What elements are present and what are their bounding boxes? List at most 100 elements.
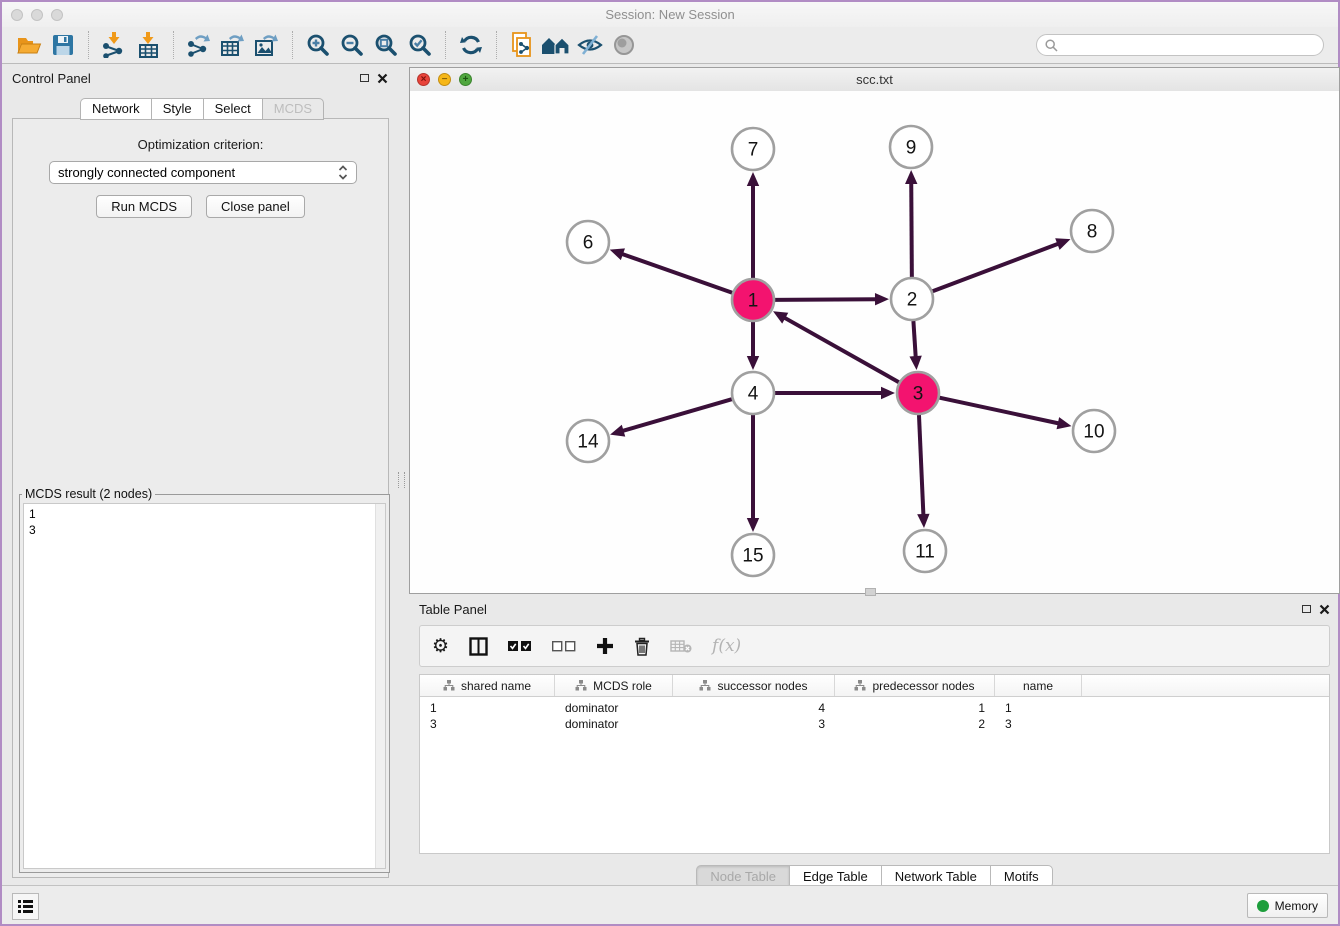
graph-edge-arrowhead bbox=[747, 356, 759, 370]
column-header-name[interactable]: name bbox=[995, 675, 1082, 696]
graph-node-14[interactable]: 14 bbox=[567, 420, 609, 462]
home-button[interactable] bbox=[539, 30, 573, 60]
refresh-button[interactable] bbox=[454, 30, 488, 60]
svg-text:7: 7 bbox=[748, 140, 759, 161]
tab-style[interactable]: Style bbox=[151, 98, 203, 120]
graph-node-11[interactable]: 11 bbox=[904, 530, 946, 572]
export-image-button[interactable] bbox=[250, 30, 284, 60]
graph-node-8[interactable]: 8 bbox=[1071, 210, 1113, 252]
deselect-all-checkboxes-icon[interactable] bbox=[552, 641, 576, 652]
network-canvas[interactable]: 1 2 3 4 6 7 8 9 10 11 14 15 bbox=[410, 91, 1339, 593]
table-cell[interactable]: 1 bbox=[835, 701, 995, 715]
import-network-button[interactable] bbox=[97, 30, 131, 60]
column-header-MCDS-role[interactable]: MCDS role bbox=[555, 675, 673, 696]
zoom-in-button[interactable] bbox=[301, 30, 335, 60]
graph-edge-3-10[interactable] bbox=[940, 398, 1060, 424]
column-header-successor-nodes[interactable]: successor nodes bbox=[673, 675, 835, 696]
panel-splitter[interactable] bbox=[398, 472, 405, 488]
tab-mcds[interactable]: MCDS bbox=[262, 98, 324, 120]
import-table-button[interactable] bbox=[131, 30, 165, 60]
table-cell[interactable]: 4 bbox=[673, 701, 835, 715]
table-cell[interactable]: dominator bbox=[555, 701, 673, 715]
network-maximize-button[interactable]: + bbox=[459, 73, 472, 86]
graph-edge-1-6[interactable] bbox=[621, 254, 732, 293]
search-box[interactable] bbox=[1036, 34, 1324, 56]
graph-node-15[interactable]: 15 bbox=[732, 534, 774, 576]
control-panel-tabs: NetworkStyleSelectMCDS bbox=[80, 98, 324, 120]
add-column-icon[interactable] bbox=[596, 637, 614, 655]
toolbar-separator bbox=[88, 31, 89, 59]
graph-node-2[interactable]: 2 bbox=[891, 278, 933, 320]
graph-edge-arrowhead bbox=[747, 518, 759, 532]
table-cell[interactable]: 3 bbox=[995, 717, 1082, 731]
table-row[interactable]: 1dominator411 bbox=[420, 700, 1329, 716]
task-history-button[interactable] bbox=[12, 893, 39, 920]
float-table-panel-icon[interactable] bbox=[1302, 605, 1311, 613]
graph-edge-2-9[interactable] bbox=[911, 182, 912, 277]
graph-node-1[interactable]: 1 bbox=[732, 279, 774, 321]
export-table-button[interactable] bbox=[216, 30, 250, 60]
table-cell[interactable]: dominator bbox=[555, 717, 673, 731]
table-panel-title: Table Panel bbox=[419, 602, 487, 617]
function-builder-icon[interactable]: f(x) bbox=[712, 636, 741, 656]
delete-table-icon[interactable] bbox=[670, 639, 692, 653]
tab-network[interactable]: Network bbox=[80, 98, 151, 120]
memory-button[interactable]: Memory bbox=[1247, 893, 1328, 918]
graph-edge-2-8[interactable] bbox=[933, 243, 1060, 291]
zoom-out-button[interactable] bbox=[335, 30, 369, 60]
graph-edge-3-1[interactable] bbox=[783, 317, 898, 382]
search-input[interactable] bbox=[1063, 37, 1315, 53]
criterion-select[interactable]: strongly connected component bbox=[49, 161, 357, 184]
graph-edge-3-11[interactable] bbox=[919, 415, 923, 516]
toggle-panel-icon[interactable] bbox=[469, 637, 488, 656]
graph-edge-arrowhead bbox=[917, 514, 929, 528]
graph-edge-1-2[interactable] bbox=[775, 299, 877, 300]
table-cell[interactable]: 1 bbox=[420, 701, 555, 715]
hide-selected-button[interactable] bbox=[573, 30, 607, 60]
criterion-value: strongly connected component bbox=[58, 165, 235, 180]
network-minimize-button[interactable]: − bbox=[438, 73, 451, 86]
graph-node-7[interactable]: 7 bbox=[732, 128, 774, 170]
network-close-button[interactable]: × bbox=[417, 73, 430, 86]
close-table-panel-icon[interactable] bbox=[1319, 604, 1330, 615]
window-title: Session: New Session bbox=[2, 7, 1338, 22]
graph-node-6[interactable]: 6 bbox=[567, 221, 609, 263]
table-row[interactable]: 3dominator323 bbox=[420, 716, 1329, 732]
delete-column-icon[interactable] bbox=[634, 637, 650, 656]
mcds-result-list[interactable]: 13 bbox=[23, 503, 386, 869]
result-scrollbar[interactable] bbox=[375, 504, 385, 868]
graph-edge-arrowhead bbox=[909, 356, 921, 370]
save-session-button[interactable] bbox=[46, 30, 80, 60]
open-session-button[interactable] bbox=[12, 30, 46, 60]
graph-node-3[interactable]: 3 bbox=[897, 372, 939, 414]
zoom-selected-button[interactable] bbox=[403, 30, 437, 60]
column-header-predecessor-nodes[interactable]: predecessor nodes bbox=[835, 675, 995, 696]
column-header-label: MCDS role bbox=[593, 679, 652, 693]
graph-edge-arrowhead bbox=[610, 425, 625, 437]
graph-edge-2-3[interactable] bbox=[913, 321, 915, 358]
close-panel-button[interactable]: Close panel bbox=[206, 195, 305, 218]
show-hidden-button[interactable] bbox=[607, 30, 641, 60]
float-panel-icon[interactable] bbox=[360, 74, 369, 82]
network-resize-grip[interactable] bbox=[865, 588, 876, 596]
export-network-button[interactable] bbox=[182, 30, 216, 60]
table-cell[interactable]: 1 bbox=[995, 701, 1082, 715]
graph-node-10[interactable]: 10 bbox=[1073, 410, 1115, 452]
close-panel-icon[interactable] bbox=[377, 73, 388, 84]
clone-network-button[interactable] bbox=[505, 30, 539, 60]
mcds-panel: Optimization criterion: strongly connect… bbox=[12, 118, 389, 878]
graph-node-4[interactable]: 4 bbox=[732, 372, 774, 414]
window-titlebar: Session: New Session bbox=[2, 2, 1338, 28]
run-mcds-button[interactable]: Run MCDS bbox=[96, 195, 192, 218]
tab-select[interactable]: Select bbox=[203, 98, 262, 120]
graph-node-9[interactable]: 9 bbox=[890, 126, 932, 168]
table-cell[interactable]: 3 bbox=[673, 717, 835, 731]
graph-edge-4-14[interactable] bbox=[622, 399, 732, 431]
table-cell[interactable]: 2 bbox=[835, 717, 995, 731]
column-header-shared-name[interactable]: shared name bbox=[420, 675, 555, 696]
zoom-fit-button[interactable] bbox=[369, 30, 403, 60]
table-cell[interactable]: 3 bbox=[420, 717, 555, 731]
select-all-checkboxes-icon[interactable] bbox=[508, 641, 532, 652]
select-stepper-icon bbox=[338, 165, 348, 180]
settings-gear-icon[interactable]: ⚙ bbox=[432, 637, 449, 656]
